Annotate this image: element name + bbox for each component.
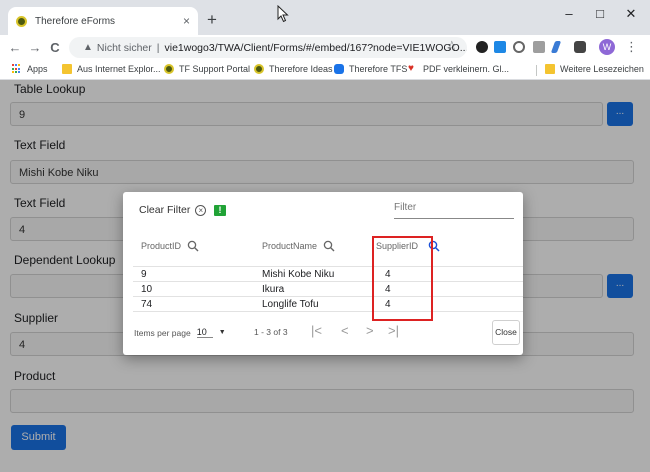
back-arrow-icon[interactable]: ← [6, 40, 24, 55]
cell-productname: Ikura [262, 284, 285, 295]
cell-productid: 9 [141, 269, 147, 280]
forward-arrow-icon[interactable]: → [26, 40, 44, 55]
security-label: Nicht sicher [96, 41, 152, 54]
table-divider [133, 296, 523, 297]
bookmark-therefore-ideas[interactable]: Therefore Ideas [254, 64, 333, 74]
therefore-icon [254, 64, 264, 74]
browser-menu-icon[interactable]: ⋮ [625, 39, 638, 55]
last-page-button[interactable]: >| [388, 323, 399, 338]
azure-devops-icon [334, 64, 344, 74]
column-label: ProductName [262, 241, 318, 251]
tab-close-icon[interactable]: × [183, 14, 190, 28]
cell-productname: Mishi Kobe Niku [262, 269, 335, 280]
minimize-button[interactable]: – [554, 6, 584, 21]
bookmark-label: Therefore TFS [349, 64, 408, 74]
supplierid-highlight-box [372, 236, 433, 321]
bookmark-therefore-tfs[interactable]: Therefore TFS [334, 64, 407, 74]
previous-page-button[interactable]: < [341, 323, 349, 338]
extension-g-icon[interactable] [533, 41, 545, 53]
mouse-pointer-icon [277, 5, 289, 23]
items-per-page-label: Items per page [134, 327, 191, 338]
folder-icon [62, 64, 72, 74]
bookmarks-bar: Apps Aus Internet Explor... TF Support P… [0, 60, 650, 80]
extension-dark-icon[interactable] [476, 41, 488, 53]
table-divider [133, 266, 523, 267]
column-header-productid[interactable]: ProductID [141, 240, 199, 252]
items-per-page: Items per page 10 ▼ [134, 327, 226, 338]
warning-triangle-icon: ▲ [83, 42, 93, 53]
reload-icon[interactable]: C [46, 40, 64, 55]
cell-productid: 74 [141, 299, 153, 310]
export-excel-icon[interactable]: ! [214, 205, 226, 216]
column-label: ProductID [141, 241, 182, 251]
clear-circle-icon: × [195, 204, 207, 216]
bookmarks-divider [536, 65, 537, 76]
folder-icon [545, 64, 555, 74]
search-icon[interactable] [323, 240, 335, 252]
extensions-puzzle-icon[interactable] [574, 41, 586, 53]
items-per-page-select[interactable]: 10 [196, 327, 213, 338]
new-tab-button[interactable]: + [207, 11, 217, 28]
bookmark-label: PDF verkleinern. Gl... [423, 64, 510, 74]
bookmark-label: Apps [27, 64, 48, 74]
therefore-favicon-icon [16, 15, 27, 27]
heart-icon: ♥ [408, 63, 414, 74]
browser-tab[interactable]: Therefore eForms × [8, 7, 198, 35]
column-header-productname[interactable]: ProductName [262, 240, 335, 252]
bookmark-label: Weitere Lesezeichen [560, 64, 644, 74]
cell-productname: Longlife Tofu [262, 299, 319, 310]
table-divider [133, 311, 523, 312]
next-page-button[interactable]: > [366, 323, 374, 338]
bookmark-ie-folder[interactable]: Aus Internet Explor... [62, 64, 161, 74]
bookmark-star-icon[interactable]: ☆ [446, 38, 458, 54]
cell-productid: 10 [141, 284, 153, 295]
bookmark-tf-support[interactable]: TF Support Portal [164, 64, 250, 74]
first-page-button[interactable]: |< [311, 323, 322, 338]
clear-filter-label: Clear Filter [139, 204, 191, 216]
therefore-icon [164, 64, 174, 74]
dropdown-caret-icon[interactable]: ▼ [219, 329, 226, 336]
browser-toolbar: ← → C ▲ Nicht sicher | vie1wogo3/TWA/Cli… [0, 35, 650, 60]
close-button[interactable]: Close [492, 320, 520, 345]
search-icon[interactable] [187, 240, 199, 252]
extension-circle-icon[interactable] [513, 41, 525, 53]
bookmark-label: Aus Internet Explor... [77, 64, 161, 74]
filter-input[interactable]: Filter [394, 202, 514, 219]
bookmark-label: Therefore Ideas [269, 64, 333, 74]
extension-feather-icon[interactable] [550, 41, 562, 53]
bookmark-pdf[interactable]: ♥ PDF verkleinern. Gl... [408, 63, 510, 75]
address-separator: | [156, 41, 160, 54]
profile-avatar[interactable]: W [599, 39, 615, 55]
apps-grid-icon [12, 64, 22, 74]
tab-title: Therefore eForms [35, 15, 116, 27]
bookmark-more-folder[interactable]: Weitere Lesezeichen [545, 64, 644, 74]
bookmark-label: TF Support Portal [179, 64, 251, 74]
url-text: vie1wogo3/TWA/Client/Forms/#/embed/167?n… [164, 41, 468, 54]
browser-titlebar: Therefore eForms × + – □ ✕ [0, 0, 650, 35]
lookup-dialog: Clear Filter × ! Filter ProductID Produc… [123, 192, 523, 355]
window-close-button[interactable]: ✕ [616, 6, 646, 22]
bookmark-apps[interactable]: Apps [12, 64, 48, 74]
page-range: 1 - 3 of 3 [254, 327, 288, 337]
maximize-button[interactable]: □ [585, 6, 615, 21]
clear-filter-button[interactable]: Clear Filter × [139, 204, 207, 216]
extension-blue-icon[interactable] [494, 41, 506, 53]
address-bar[interactable]: ▲ Nicht sicher | vie1wogo3/TWA/Client/Fo… [69, 37, 467, 58]
table-divider [133, 281, 523, 282]
